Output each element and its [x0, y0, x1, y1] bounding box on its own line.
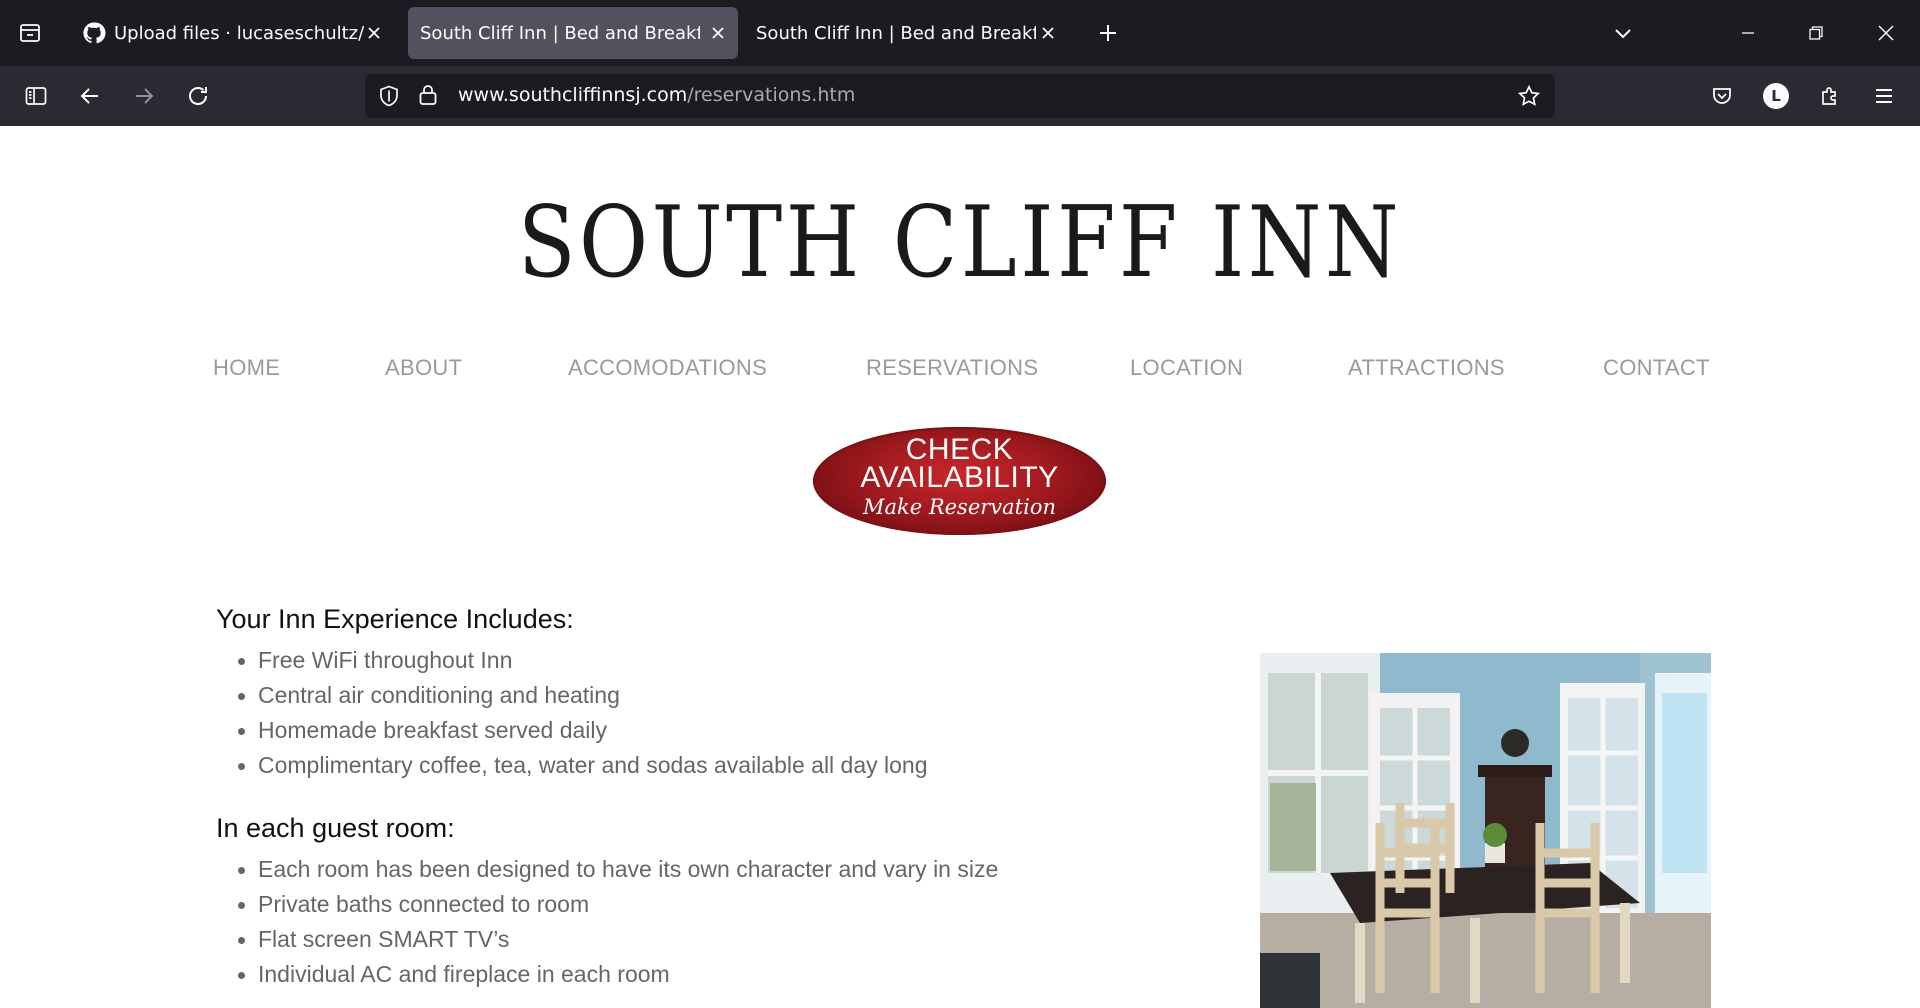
web-page: SOUTH CLIFF INN HOME ABOUT ACCOMODATIONS…: [0, 126, 1920, 1008]
account-button[interactable]: L: [1756, 76, 1796, 116]
nav-contact[interactable]: CONTACT: [1603, 355, 1710, 381]
plus-icon: [1100, 25, 1116, 41]
nav-location[interactable]: LOCATION: [1130, 355, 1243, 381]
list-item: Complimentary coffee, tea, water and sod…: [216, 748, 1116, 783]
forward-button[interactable]: [124, 76, 164, 116]
url-path: /reservations.htm: [687, 84, 856, 106]
minimize-button[interactable]: [1730, 15, 1766, 51]
app-menu-button[interactable]: [1864, 76, 1904, 116]
close-icon[interactable]: [362, 21, 386, 45]
pocket-button[interactable]: [1702, 76, 1742, 116]
minimize-icon: [1742, 32, 1754, 34]
pocket-icon: [1713, 88, 1731, 104]
inn-amenities-list: Free WiFi throughout Inn Central air con…: [216, 643, 1116, 783]
hamburger-icon: [1876, 89, 1892, 103]
github-icon: [82, 21, 106, 45]
cta-line2: AVAILABILITY: [860, 461, 1059, 494]
shield-icon[interactable]: [377, 84, 401, 113]
sidebar-button[interactable]: [16, 76, 56, 116]
puzzle-icon: [1822, 87, 1836, 105]
tab-title: South Cliff Inn | Bed and Breakfast |: [756, 22, 1036, 44]
arrow-left-icon: [80, 88, 98, 104]
nav-about[interactable]: ABOUT: [385, 355, 462, 381]
reload-button[interactable]: [178, 76, 218, 116]
list-item: Homemade breakfast served daily: [216, 713, 1116, 748]
close-icon[interactable]: [706, 21, 730, 45]
site-logo[interactable]: SOUTH CLIFF INN: [134, 186, 1785, 300]
close-icon[interactable]: [1036, 21, 1060, 45]
firefox-view-icon: [20, 24, 40, 42]
list-item: Each room has been designed to have its …: [216, 852, 1116, 887]
restore-icon: [1809, 26, 1823, 40]
tab-title: South Cliff Inn | Bed and Breakfast |: [420, 22, 700, 44]
tab-south-cliff-active[interactable]: South Cliff Inn | Bed and Breakfast |: [408, 7, 738, 59]
room-amenities-list: Each room has been designed to have its …: [216, 852, 1116, 992]
avatar-initial: L: [1771, 87, 1781, 105]
nav-attractions[interactable]: ATTRACTIONS: [1348, 355, 1505, 381]
check-availability-button[interactable]: CHECK AVAILABILITY Make Reservation: [813, 427, 1106, 535]
url-bar[interactable]: www.southcliffinnsj.com/reservations.htm: [365, 74, 1555, 118]
tab-title: Upload files · lucaseschultz/HTML: [114, 22, 364, 44]
arrow-right-icon: [136, 88, 154, 104]
avatar: L: [1763, 83, 1789, 109]
firefox-view-button[interactable]: [12, 15, 48, 51]
list-item: Central air conditioning and heating: [216, 678, 1116, 713]
restore-button[interactable]: [1798, 15, 1834, 51]
list-item: Individual AC and fireplace in each room: [216, 957, 1116, 992]
section-heading: Your Inn Experience Includes:: [216, 604, 574, 634]
url-domain: www.southcliffinnsj.com: [458, 84, 688, 106]
close-icon: [1878, 25, 1894, 41]
lock-icon[interactable]: [417, 83, 439, 112]
section-heading: In each guest room:: [216, 813, 455, 843]
site-nav: HOME ABOUT ACCOMODATIONS RESERVATIONS LO…: [0, 355, 1920, 385]
url-text[interactable]: www.southcliffinnsj.com/reservations.htm: [458, 84, 855, 106]
nav-accomodations[interactable]: ACCOMODATIONS: [568, 355, 767, 381]
chevron-down-icon: [1615, 29, 1631, 39]
back-button[interactable]: [70, 76, 110, 116]
tab-github[interactable]: Upload files · lucaseschultz/HTML: [68, 7, 394, 59]
close-window-button[interactable]: [1868, 15, 1904, 51]
extensions-button[interactable]: [1810, 76, 1850, 116]
list-item: Free WiFi throughout Inn: [216, 643, 1116, 678]
amenities-section: Your Inn Experience Includes: Free WiFi …: [216, 604, 1116, 1008]
navigation-toolbar: www.southcliffinnsj.com/reservations.htm…: [0, 66, 1920, 126]
dining-room-photo: [1260, 653, 1711, 1008]
reload-icon: [189, 87, 207, 105]
bookmark-star-icon[interactable]: [1517, 84, 1541, 113]
list-all-tabs-button[interactable]: [1605, 15, 1641, 51]
nav-reservations[interactable]: RESERVATIONS: [866, 355, 1038, 381]
list-item: Private baths connected to room: [216, 887, 1116, 922]
new-tab-button[interactable]: [1090, 15, 1126, 51]
list-item: Flat screen SMART TV’s: [216, 922, 1116, 957]
sidebar-icon: [25, 87, 47, 105]
nav-home[interactable]: HOME: [213, 355, 280, 381]
cta-line3: Make Reservation: [862, 495, 1057, 519]
tab-bar: Upload files · lucaseschultz/HTML South …: [0, 0, 1920, 66]
tab-south-cliff[interactable]: South Cliff Inn | Bed and Breakfast |: [744, 7, 1068, 59]
